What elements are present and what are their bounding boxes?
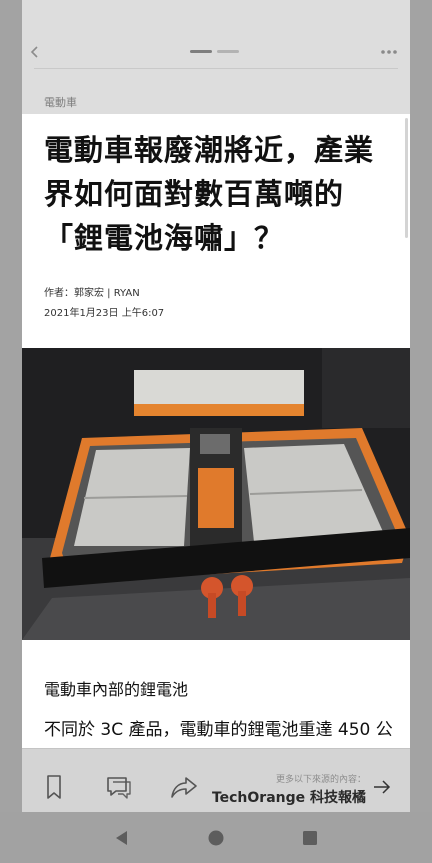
bookmark-button[interactable]	[40, 773, 68, 801]
dim-overlay-right	[410, 0, 432, 863]
nav-back-icon	[116, 831, 127, 845]
back-button[interactable]	[26, 40, 44, 64]
comment-button[interactable]	[104, 773, 132, 801]
page-indicator-active	[190, 50, 212, 53]
article-title: 電動車報廢潮將近，產業界如何面對數百萬噸的「鋰電池海嘯」？	[44, 133, 375, 255]
share-icon	[171, 777, 197, 798]
nav-home-button[interactable]	[206, 828, 226, 848]
more-from-label: 更多以下來源的內容：	[275, 775, 366, 785]
chevron-left-icon	[30, 46, 38, 58]
bookmark-icon	[47, 775, 61, 799]
source-link[interactable]: TechOrange 科技報橘	[212, 787, 366, 807]
article-hero-image	[22, 348, 410, 640]
page-indicator-inactive	[217, 50, 239, 53]
nav-back-button[interactable]	[112, 828, 132, 848]
nav-home-icon	[208, 830, 224, 846]
scrollbar-thumb[interactable]	[405, 118, 408, 238]
dim-overlay-left	[0, 0, 22, 863]
article-category[interactable]: 電動車	[44, 94, 77, 110]
share-button[interactable]	[170, 773, 198, 801]
ev-battery-pack-illustration	[22, 348, 410, 640]
article-header-area: 電動車	[22, 0, 410, 114]
article-date: 2021年1月23日 上午6:07	[44, 308, 165, 319]
nav-recents-icon	[303, 831, 317, 845]
article-action-bar: 更多以下來源的內容： TechOrange 科技報橘	[22, 748, 410, 812]
image-caption: 電動車內部的鋰電池	[44, 680, 189, 699]
arrow-right-icon	[374, 780, 391, 794]
header-divider	[34, 68, 398, 69]
more-options-button[interactable]	[380, 42, 398, 62]
more-dots-icon	[381, 50, 397, 54]
nav-recents-button[interactable]	[300, 828, 320, 848]
comment-icon	[107, 777, 131, 799]
article-card: 電動車 電動車報廢潮將近，產業界如何面對數百萬噸的「鋰電池海嘯」？ 作者：郭家宏…	[22, 0, 410, 812]
system-navigation-bar	[0, 812, 432, 863]
article-author: 作者：郭家宏 | RYAN	[44, 288, 140, 299]
next-source-button[interactable]	[372, 777, 392, 797]
